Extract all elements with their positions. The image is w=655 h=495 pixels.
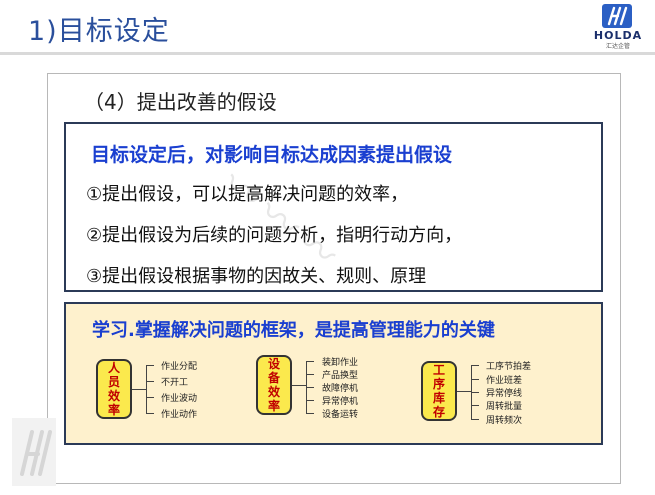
connector-line bbox=[292, 385, 306, 386]
connector-line bbox=[457, 391, 471, 392]
framework-item: 作业波动 bbox=[161, 394, 198, 404]
content-panel: （4）提出改善的假设 目标设定后，对影响目标达成因素提出假设 ①提出假设，可以提… bbox=[47, 73, 621, 484]
framework-item: 作业班差 bbox=[486, 376, 523, 386]
bracket-line bbox=[146, 365, 147, 413]
tag-char: 序 bbox=[432, 377, 445, 391]
connector-line bbox=[146, 365, 154, 366]
header-divider bbox=[0, 52, 655, 55]
hypothesis-point-3: ③提出假设根据事物的因故关、规则、原理 bbox=[86, 266, 427, 287]
tag-char: 率 bbox=[267, 399, 280, 413]
connector-line bbox=[306, 374, 314, 375]
connector-line bbox=[146, 381, 154, 382]
framework-item: 产品换型 bbox=[322, 371, 359, 381]
hypothesis-point-1: ①提出假设，可以提高解决问题的效率， bbox=[86, 184, 409, 205]
connector-line bbox=[471, 392, 479, 393]
section-subtitle: （4）提出改善的假设 bbox=[84, 90, 277, 114]
connector-line bbox=[146, 397, 154, 398]
framework-item: 故障停机 bbox=[322, 384, 359, 394]
category-tag-labor-efficiency: 人 员 效 率 bbox=[96, 359, 132, 419]
logo-subtitle: 汇达企管 bbox=[605, 43, 630, 50]
framework-heading: 学习.掌握解决问题的框架，是提高管理能力的关键 bbox=[92, 320, 495, 341]
tag-char: 工 bbox=[432, 363, 445, 377]
connector-line bbox=[306, 361, 314, 362]
connector-line bbox=[471, 379, 479, 380]
hypothesis-heading: 目标设定后，对影响目标达成因素提出假设 bbox=[91, 144, 453, 166]
connector-line bbox=[132, 389, 146, 390]
framework-item: 设备运转 bbox=[322, 410, 359, 420]
category-tag-process-inventory: 工 序 库 存 bbox=[421, 361, 457, 421]
framework-item: 装卸作业 bbox=[322, 358, 359, 368]
slide-header: 1)目标设定 HOLDA 汇达企管 bbox=[0, 0, 655, 56]
corner-logo-icon bbox=[12, 418, 56, 486]
slide-title: 1)目标设定 bbox=[28, 16, 170, 47]
logo-mark-icon bbox=[602, 4, 632, 28]
connector-line bbox=[306, 413, 314, 414]
tag-char: 库 bbox=[432, 391, 445, 405]
framework-item: 作业分配 bbox=[161, 362, 198, 372]
tag-char: 存 bbox=[432, 405, 445, 419]
hypothesis-box: 目标设定后，对影响目标达成因素提出假设 ①提出假设，可以提高解决问题的效率， ②… bbox=[64, 122, 603, 292]
tag-char: 备 bbox=[267, 371, 280, 385]
connector-line bbox=[471, 419, 479, 420]
framework-item: 周转频次 bbox=[486, 416, 523, 426]
category-tag-equipment-efficiency: 设 备 效 率 bbox=[256, 355, 292, 415]
framework-item: 周转批量 bbox=[486, 402, 523, 412]
connector-line bbox=[306, 400, 314, 401]
connector-line bbox=[471, 365, 479, 366]
holda-logo: HOLDA 汇达企管 bbox=[588, 4, 648, 50]
framework-item: 不开工 bbox=[161, 378, 189, 388]
hypothesis-point-2: ②提出假设为后续的问题分析，指明行动方向， bbox=[86, 225, 463, 246]
tag-char: 员 bbox=[107, 375, 120, 389]
tag-char: 效 bbox=[267, 385, 280, 399]
framework-box: 学习.掌握解决问题的框架，是提高管理能力的关键 人 员 效 率 作业分配 不开工… bbox=[64, 302, 603, 445]
framework-item: 工序节拍差 bbox=[486, 362, 532, 372]
framework-item: 异常停机 bbox=[322, 397, 359, 407]
tag-char: 效 bbox=[107, 389, 120, 403]
framework-item: 作业动作 bbox=[161, 410, 198, 420]
connector-line bbox=[146, 413, 154, 414]
tag-char: 人 bbox=[107, 361, 120, 375]
tag-char: 设 bbox=[267, 357, 280, 371]
tag-char: 率 bbox=[107, 403, 120, 417]
connector-line bbox=[471, 405, 479, 406]
connector-line bbox=[306, 387, 314, 388]
framework-item: 异常停线 bbox=[486, 389, 523, 399]
